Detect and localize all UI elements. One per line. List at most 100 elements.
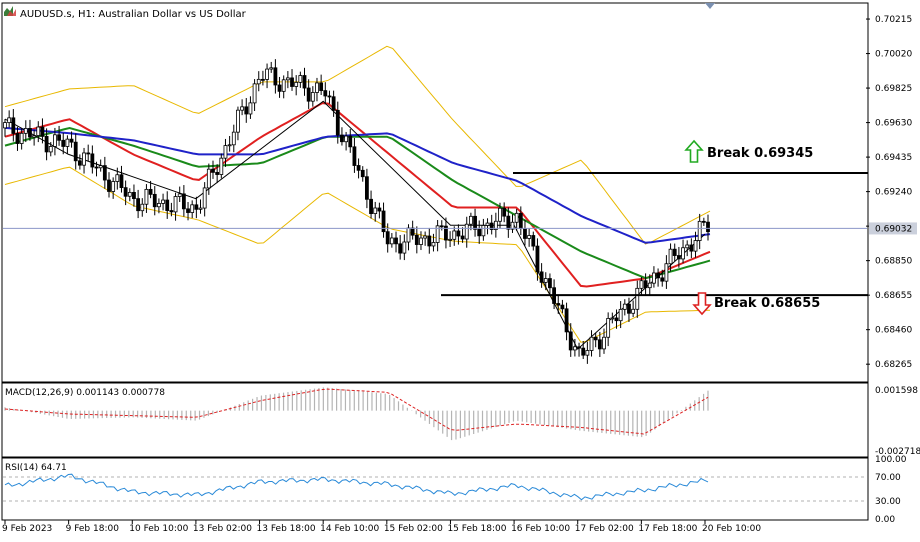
candle-body	[335, 109, 340, 136]
candle-body	[439, 225, 444, 228]
candle-body	[90, 153, 95, 168]
candle-body	[610, 317, 615, 320]
chart-canvas[interactable]: Break 0.69345 Break 0.68655 AUDUSD.s, H1…	[0, 0, 920, 538]
candle-body	[560, 304, 565, 310]
candle-body	[15, 133, 20, 144]
candle-body	[240, 106, 245, 111]
candle-body	[402, 241, 407, 254]
candle-body	[340, 134, 344, 143]
bollinger-upper-band	[4, 45, 711, 245]
time-tick-label: 15 Feb 02:00	[384, 524, 443, 534]
header-icon	[4, 6, 16, 16]
candle-body	[310, 92, 315, 102]
candle-body	[231, 131, 236, 146]
candle-body	[36, 126, 41, 136]
candle-body	[77, 160, 82, 166]
candle-body	[94, 166, 99, 169]
time-tick-label: 13 Feb 02:00	[193, 524, 252, 534]
candle-body	[227, 144, 232, 147]
candle-body	[3, 122, 7, 129]
candle-body	[652, 272, 656, 284]
candle-body	[127, 191, 132, 197]
candle-body	[660, 277, 665, 282]
candle-body	[606, 318, 611, 338]
candle-body	[672, 248, 677, 256]
candle-body	[215, 171, 220, 175]
candle-body	[140, 203, 145, 212]
candle-body	[73, 141, 78, 162]
current-price-tag: 0.69032	[869, 222, 917, 235]
candle-body	[356, 165, 361, 171]
macd-tick-label: 0.001598	[875, 386, 918, 396]
candle-body	[331, 96, 336, 111]
candle-body	[294, 81, 299, 87]
candle-body	[157, 203, 161, 208]
candle-body	[236, 109, 240, 133]
candle-body	[618, 308, 623, 322]
candle-body	[132, 191, 136, 200]
candle-body	[485, 222, 490, 226]
mid-ma-line	[4, 126, 711, 280]
candle-body	[144, 188, 149, 205]
candle-body	[647, 282, 652, 289]
candle-body	[398, 243, 403, 254]
rsi-tick-label: 0.00	[875, 515, 895, 525]
candle-body	[406, 227, 411, 243]
candle-body	[53, 134, 57, 147]
price-tick-label: 0.68265	[875, 360, 912, 370]
rsi-axis[interactable]: 100.00 70.00 30.00 0.00	[875, 455, 907, 525]
trading-chart-window[interactable]: Break 0.69345 Break 0.68655 AUDUSD.s, H1…	[0, 0, 920, 538]
candle-body	[681, 247, 685, 260]
candle-body	[119, 174, 124, 189]
candle-body	[523, 228, 527, 239]
candle-body	[460, 235, 465, 240]
fast-ma-line	[4, 102, 711, 288]
candle-body	[481, 225, 486, 237]
price-axis[interactable]: 0.70215 0.70020 0.69825 0.69630 0.69435 0.692…	[866, 15, 912, 370]
time-tick-label: 17 Feb 18:00	[638, 524, 697, 534]
candle-body	[223, 145, 228, 159]
candle-body	[302, 75, 307, 89]
candle-body	[219, 157, 224, 175]
candle-body	[306, 87, 311, 102]
macd-axis[interactable]: 0.001598-0.002718	[875, 386, 920, 457]
candle-body	[348, 135, 353, 148]
candle-body	[198, 207, 203, 210]
candle-body	[32, 135, 37, 138]
rsi-panel[interactable]	[1, 457, 869, 521]
arrow-up-icon	[684, 139, 704, 163]
candle-body	[86, 152, 91, 155]
candle-body	[676, 255, 681, 260]
candle-body	[693, 240, 698, 252]
candle-body	[290, 77, 294, 87]
time-axis[interactable]: 9 Feb 2023 9 Feb 18:00 10 Feb 10:00 13 Feb …	[2, 520, 761, 534]
time-tick-label: 9 Feb 2023	[2, 524, 52, 534]
chart-shift-marker-icon[interactable]	[705, 3, 715, 9]
candle-body	[360, 169, 365, 178]
candle-body	[535, 245, 540, 273]
candle-body	[543, 278, 548, 283]
price-tick-label: 0.68460	[875, 326, 912, 336]
chart-title: AUDUSD.s, H1: Australian Dollar vs US Do…	[20, 9, 247, 20]
time-tick-label: 17 Feb 02:00	[575, 524, 634, 534]
candle-body	[414, 234, 419, 245]
candle-body	[211, 168, 215, 173]
candle-body	[194, 204, 199, 210]
candle-body	[548, 278, 552, 289]
candle-body	[597, 339, 602, 350]
candle-body	[28, 128, 32, 138]
candle-body	[261, 78, 265, 81]
candle-body	[186, 208, 190, 213]
candle-body	[506, 215, 511, 230]
candle-body	[572, 346, 577, 351]
rsi-line	[4, 473, 709, 501]
macd-label: MACD(12,26,9) 0.001143 0.000778	[5, 388, 165, 398]
candle-body	[635, 287, 640, 310]
price-tick-label: 0.70020	[875, 50, 912, 60]
candle-body	[323, 90, 328, 97]
candle-body	[423, 235, 428, 239]
candle-body	[315, 82, 319, 93]
candle-body	[477, 228, 482, 237]
candle-body	[589, 336, 594, 351]
candle-body	[82, 152, 86, 166]
